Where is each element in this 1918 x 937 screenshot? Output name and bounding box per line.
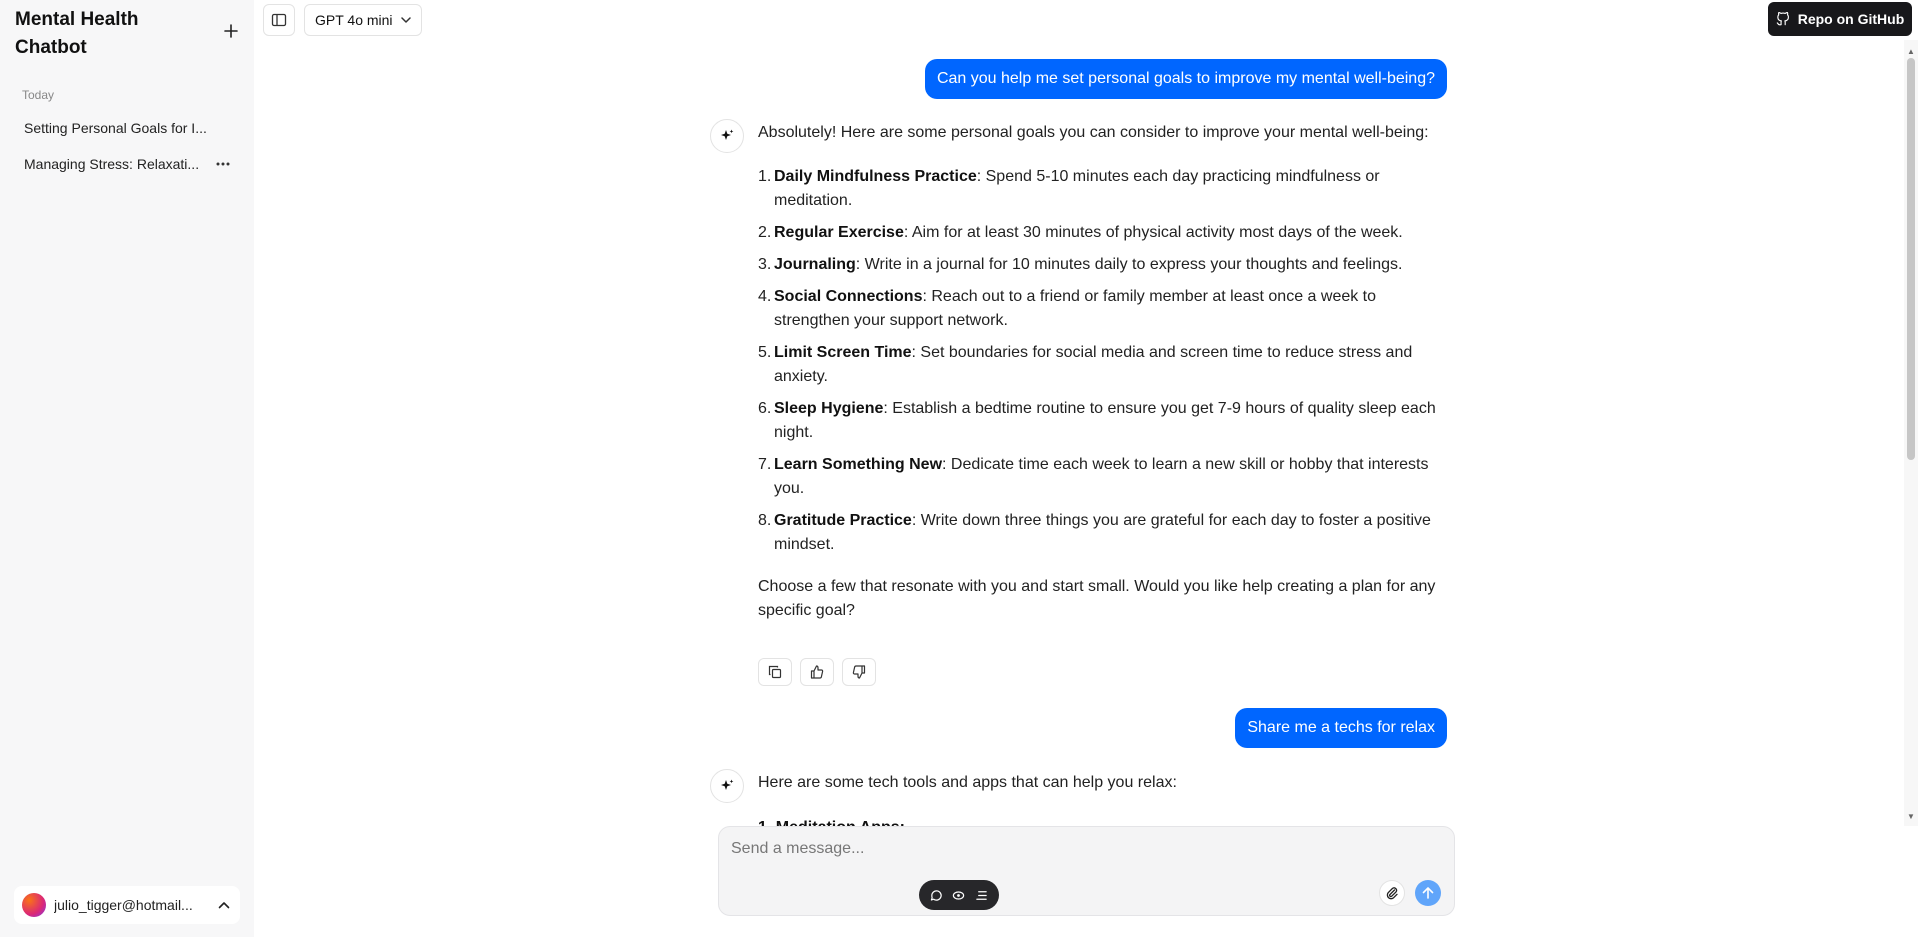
message-composer xyxy=(718,826,1455,916)
plus-icon xyxy=(224,24,238,38)
list-item-number: 7. xyxy=(758,456,772,473)
list-item-title: Daily Mindfulness Practice xyxy=(774,168,977,185)
copy-icon xyxy=(768,665,782,679)
thumbs-up-icon xyxy=(810,665,824,679)
list-item: 3. Journaling: Write in a journal for 10 … xyxy=(758,253,1448,277)
user-menu-button[interactable]: julio_tigger@hotmail... xyxy=(14,886,240,924)
list-item: 6. Sleep Hygiene: Establish a bedtime rou… xyxy=(758,397,1448,445)
assistant-closing: Choose a few that resonate with you and … xyxy=(758,578,1436,619)
chevron-up-icon xyxy=(216,897,232,913)
sparkles-icon xyxy=(721,779,734,790)
list-item: 1. Meditation Apps: xyxy=(758,816,905,826)
model-selector-label: GPT 4o mini xyxy=(315,12,393,28)
list-item-title: Journaling xyxy=(774,256,856,273)
app-title: Mental Health Chatbot xyxy=(15,9,139,58)
message-actions xyxy=(758,658,876,686)
list-item-title: Learn Something New xyxy=(774,456,943,473)
list-item-number: 6. xyxy=(758,400,772,417)
scroll-down-arrow-icon[interactable]: ▼ xyxy=(1904,809,1918,823)
list-item-number: 4. xyxy=(758,288,772,305)
sidebar-toggle-button[interactable] xyxy=(263,4,295,36)
chat-messages: Can you help me set personal goals to im… xyxy=(254,40,1904,826)
chat-mode-button[interactable] xyxy=(927,886,945,904)
list-item: 8. Gratitude Practice: Write down three t… xyxy=(758,509,1448,557)
more-horizontal-icon xyxy=(216,162,230,166)
repo-on-github-button[interactable]: Repo on GitHub xyxy=(1768,2,1912,36)
goal-list: 1. Daily Mindfulness Practice: Spend 5-10… xyxy=(758,165,1448,557)
scrollbar-thumb[interactable] xyxy=(1907,58,1915,460)
assistant-intro: Absolutely! Here are some personal goals… xyxy=(758,124,1429,141)
scrollbar[interactable]: ▲ ▼ xyxy=(1904,40,1918,826)
message-input[interactable] xyxy=(731,835,1431,863)
history-item[interactable]: Managing Stress: Relaxati... xyxy=(14,148,242,180)
list-item: 7. Learn Something New: Dedicate time eac… xyxy=(758,453,1448,501)
scroll-up-arrow-icon[interactable]: ▲ xyxy=(1904,44,1918,58)
list-item: 2. Regular Exercise: Aim for at least 30 … xyxy=(758,221,1448,245)
github-icon xyxy=(1776,12,1789,26)
assistant-message: Absolutely! Here are some personal goals… xyxy=(758,121,1448,623)
list-item-title: Limit Screen Time xyxy=(774,344,912,361)
voice-mode-button[interactable] xyxy=(950,886,968,904)
list-item-title: Regular Exercise xyxy=(774,224,904,241)
send-button[interactable] xyxy=(1415,880,1441,906)
paperclip-icon xyxy=(1386,887,1398,900)
sidebar-toggle-icon xyxy=(271,13,287,27)
chevron-down-icon xyxy=(400,17,411,23)
list-item: 1. Daily Mindfulness Practice: Spend 5-10… xyxy=(758,165,1448,213)
assistant-avatar xyxy=(710,769,744,803)
list-item-number: 3. xyxy=(758,256,772,273)
list-item-text: : Aim for at least 30 minutes of physica… xyxy=(903,224,1403,241)
new-chat-button[interactable] xyxy=(218,18,244,44)
avatar xyxy=(22,893,46,917)
history-section-label: Today xyxy=(22,88,55,102)
user-message: Share me a techs for relax xyxy=(1235,708,1447,748)
mode-switcher xyxy=(919,880,999,910)
copy-button[interactable] xyxy=(758,658,792,686)
list-item-title: Gratitude Practice xyxy=(774,512,912,529)
sparkles-icon xyxy=(721,129,734,140)
list-item-number: 1. xyxy=(758,168,772,185)
thumbs-down-icon xyxy=(852,665,866,679)
assistant-intro: Here are some tech tools and apps that c… xyxy=(758,774,1177,791)
repo-button-label: Repo on GitHub xyxy=(1797,11,1905,27)
list-item-number: 8. xyxy=(758,512,772,529)
list-item-number: 5. xyxy=(758,344,772,361)
chat-bubble-icon xyxy=(930,889,942,901)
arrow-up-icon xyxy=(1422,887,1434,899)
assistant-avatar xyxy=(710,119,744,153)
list-item-number: 2. xyxy=(758,224,772,241)
eye-icon xyxy=(953,890,965,900)
history-item[interactable]: Setting Personal Goals for I... xyxy=(14,112,242,144)
list-item: 4. Social Connections: Reach out to a fri… xyxy=(758,285,1448,333)
more-options-button[interactable] xyxy=(212,154,234,174)
user-email: julio_tigger@hotmail... xyxy=(54,897,193,913)
model-selector[interactable]: GPT 4o mini xyxy=(304,4,422,36)
list-item: 5. Limit Screen Time: Set boundaries for … xyxy=(758,341,1448,389)
list-item-title: Sleep Hygiene xyxy=(774,400,884,417)
upvote-button[interactable] xyxy=(800,658,834,686)
list-icon xyxy=(976,890,987,900)
list-mode-button[interactable] xyxy=(973,886,991,904)
attach-file-button[interactable] xyxy=(1379,880,1405,906)
downvote-button[interactable] xyxy=(842,658,876,686)
user-message: Can you help me set personal goals to im… xyxy=(924,59,1447,99)
list-item-text: : Write in a journal for 10 minutes dail… xyxy=(855,256,1403,273)
sidebar: Mental Health Chatbot Today Setting Pers… xyxy=(0,0,254,937)
list-item-title: Social Connections xyxy=(774,288,923,305)
